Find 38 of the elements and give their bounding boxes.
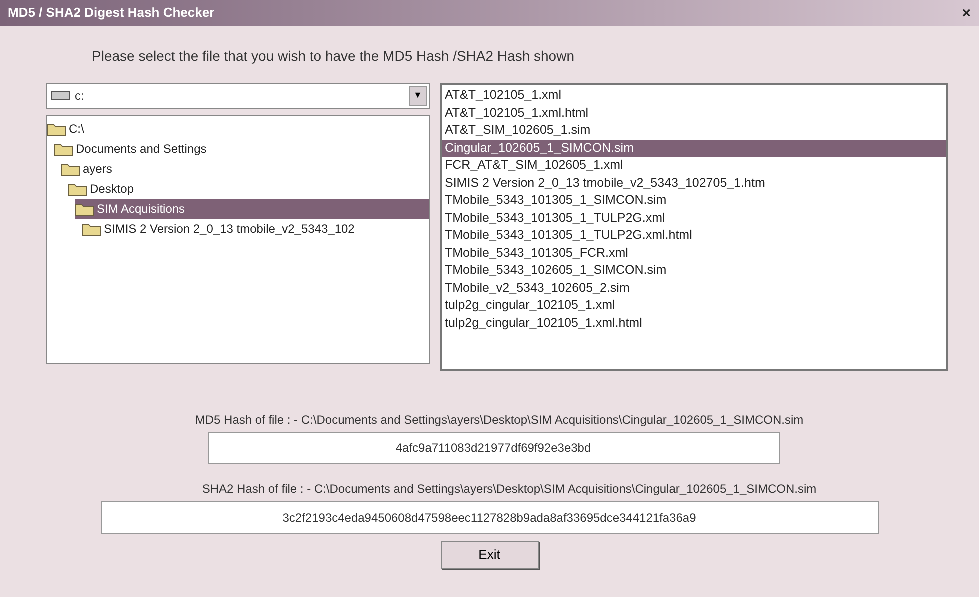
drive-value: c: [75,88,86,105]
file-item[interactable]: TMobile_5343_102605_1_SIMCON.sim [442,262,946,280]
file-item[interactable]: AT&T_102105_1.xml [442,87,946,104]
close-button[interactable]: × [962,6,971,20]
folder-icon [47,122,67,136]
file-item[interactable]: TMobile_5343_101305_1_TULP2G.xml [442,210,946,227]
drive-combo[interactable]: c: ▼ [46,83,430,109]
sha2-label: SHA2 Hash of file : - C:\Documents and Settings\ayers\Desktop\SIM Acquisitions\Cingular_102605_1_SIMCON.sim [201,481,818,498]
file-item[interactable]: TMobile_5343_101305_FCR.xml [442,244,946,262]
folder-icon [54,142,74,156]
md5-label: MD5 Hash of file : - C:\Documents and Settings\ayers\Desktop\SIM Acquisitions\Cingular_102605_1_SIMCON.sim [194,412,805,429]
folder-icon [68,182,88,196]
folder-item[interactable]: ayers [61,159,429,179]
folder-item[interactable]: C:\ [47,119,429,139]
drive-icon [51,90,71,102]
sha2-hash-field[interactable]: 3c2f2193c4eda9450608d47598eec1127828b9ada8af33695dce344121fa36a9 [100,501,878,534]
file-item[interactable]: Cingular_102605_1_SIMCON.sim [442,140,946,157]
folder-item[interactable]: SIM Acquisitions [75,199,429,219]
file-item[interactable]: AT&T_SIM_102605_1.sim [442,122,946,140]
folder-item[interactable]: SIMIS 2 Version 2_0_13 tmobile_v2_5343_102 [82,219,429,239]
folder-icon [75,202,95,216]
exit-button[interactable]: Exit [440,541,538,569]
file-item[interactable]: AT&T_102105_1.xml.html [442,104,946,122]
folder-icon [82,222,102,236]
file-item[interactable]: tulp2g_cingular_102105_1.xml.html [442,314,946,332]
file-item[interactable]: SIMIS 2 Version 2_0_13 tmobile_v2_5343_102705_1.htm [442,174,946,192]
md5-hash-field[interactable]: 4afc9a711083d21977df69f92e3e3bd [208,432,780,464]
window-title: MD5 / SHA2 Digest Hash Checker [8,4,215,22]
instruction-text: Please select the file that you wish to have the MD5 Hash /SHA2 Hash shown [91,47,576,66]
file-item[interactable]: TMobile_v2_5343_102605_2.sim [442,280,946,297]
file-item[interactable]: FCR_AT&T_SIM_102605_1.xml [442,157,946,174]
folder-icon [61,162,81,176]
folder-item[interactable]: Documents and Settings [54,139,429,159]
file-item[interactable]: TMobile_5343_101305_1_SIMCON.sim [442,192,946,210]
file-item[interactable]: tulp2g_cingular_102105_1.xml [442,297,946,314]
dropdown-button[interactable]: ▼ [409,86,427,106]
folder-item[interactable]: Desktop [68,179,429,199]
file-item[interactable]: TMobile_5343_101305_1_TULP2G.xml.html [442,227,946,244]
